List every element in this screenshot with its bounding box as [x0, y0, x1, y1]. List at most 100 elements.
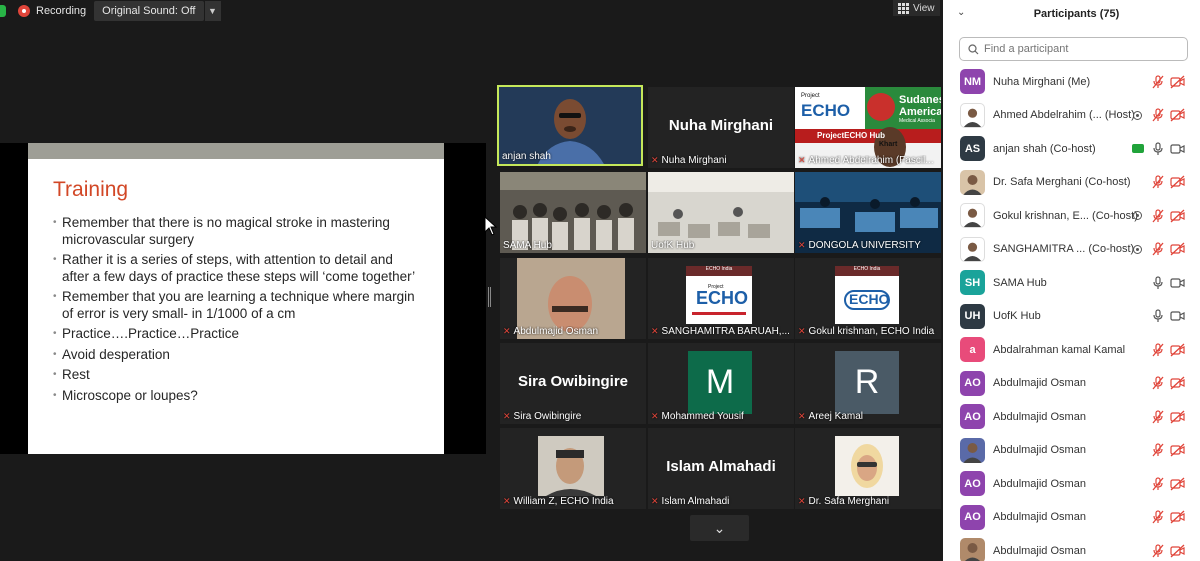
slide-bullet: Remember that there is no magical stroke… — [53, 215, 423, 248]
camera-off-icon[interactable] — [1170, 443, 1185, 457]
video-tile-nuha-mirghani[interactable]: Nuha Mirghani ✕ Nuha Mirghani — [648, 87, 794, 168]
participant-name: SANGHAMITRA ... (Co-host) — [993, 243, 1135, 255]
participant-name: Abdulmajid Osman — [993, 410, 1086, 423]
avatar: SH — [960, 270, 985, 295]
video-tile-sanghamitra-baruah[interactable]: ECHO India Project ECHO ✕ SANGHAMITRA BAR… — [648, 258, 794, 339]
video-tile-gokul-krishnan[interactable]: ECHO India ECHO ✕ Gokul krishnan, ECHO In… — [795, 258, 941, 339]
camera-off-icon[interactable] — [1170, 410, 1185, 424]
video-tile-william-z[interactable]: ✕ William Z, ECHO India — [500, 428, 646, 509]
camera-icon[interactable] — [1170, 142, 1185, 156]
video-tile-abdulmajid-osman[interactable]: ✕ Abdulmajid Osman — [500, 258, 646, 339]
video-tile-islam-almahadi[interactable]: Islam Almahadi ✕ Islam Almahadi — [648, 428, 794, 509]
slide-title: Training — [53, 178, 129, 201]
participant-row[interactable]: AS anjan shah (Co-host) — [943, 132, 1200, 165]
avatar: a — [960, 337, 985, 362]
tile-name-label: UofK Hub — [651, 240, 695, 251]
participant-row[interactable]: Ahmed Abdelrahim (... (Host) — [943, 99, 1200, 132]
mic-muted-icon: ✕ — [798, 240, 806, 250]
tile-display-name: Sira Owibingire — [517, 373, 629, 390]
participant-row[interactable]: AO Abdulmajid Osman — [943, 501, 1200, 534]
mic-muted-icon[interactable] — [1151, 376, 1165, 390]
mic-muted-icon[interactable] — [1151, 543, 1165, 558]
avatar: AO — [960, 370, 985, 396]
mic-muted-icon[interactable] — [1151, 74, 1165, 89]
camera-off-icon[interactable] — [1170, 376, 1185, 390]
participant-row[interactable]: AO Abdulmajid Osman — [943, 367, 1200, 400]
echo-underline — [692, 312, 746, 315]
echo-logo-text: ECHO — [696, 288, 749, 308]
video-tile-sira-owibingire[interactable]: Sira Owibingire ✕ Sira Owibingire — [500, 343, 646, 424]
mic-muted-icon[interactable] — [1151, 108, 1165, 122]
participant-row[interactable]: UH UofK Hub — [943, 300, 1200, 333]
camera-off-icon[interactable] — [1170, 175, 1185, 189]
mic-muted-icon: ✕ — [651, 326, 659, 336]
mic-muted-icon[interactable] — [1151, 242, 1165, 256]
sudanese-text: Sudanes — [899, 94, 941, 106]
tile-name-label: ✕ Areej Kamal — [798, 411, 864, 422]
participant-row[interactable]: AO Abdulmajid Osman — [943, 467, 1200, 500]
view-button[interactable]: View — [893, 0, 940, 16]
camera-off-icon[interactable] — [1170, 343, 1185, 357]
mic-muted-icon[interactable] — [1151, 175, 1165, 189]
original-sound-button[interactable]: Original Sound: Off — [94, 1, 204, 21]
tile-name-label: ✕ Gokul krishnan, ECHO India — [798, 326, 935, 337]
camera-off-icon[interactable] — [1170, 108, 1185, 122]
participant-name: Abdulmajid Osman — [993, 477, 1086, 490]
slide-bullet: Rest — [53, 367, 423, 384]
video-tile-areej-kamal[interactable]: R ✕ Areej Kamal — [795, 343, 941, 424]
mic-icon[interactable] — [1151, 309, 1165, 323]
participant-row[interactable]: Dr. Safa Merghani (Co-host) — [943, 166, 1200, 199]
participant-row[interactable]: AO Abdulmajid Osman — [943, 400, 1200, 433]
echo-logo-text: ECHO — [849, 291, 890, 307]
gallery-next-page-button[interactable]: ⌄ — [690, 515, 749, 541]
record-icon — [18, 5, 30, 17]
recording-indicator[interactable]: Recording — [18, 5, 86, 17]
mic-muted-icon[interactable] — [1151, 443, 1165, 457]
mic-muted-icon[interactable] — [1151, 510, 1165, 524]
video-tile-anjan-shah[interactable]: anjan shah — [497, 85, 643, 166]
participant-row[interactable]: NM Nuha Mirghani (Me) — [943, 65, 1200, 98]
participant-row[interactable]: Abdulmajid Osman — [943, 434, 1200, 467]
mic-icon[interactable] — [1151, 275, 1165, 290]
camera-off-icon[interactable] — [1170, 242, 1185, 256]
participant-name: Abdulmajid Osman — [993, 377, 1086, 389]
avatar: AO — [960, 471, 985, 496]
search-input[interactable] — [984, 43, 1174, 55]
mic-muted-icon[interactable] — [1151, 342, 1165, 357]
security-indicator-icon[interactable] — [0, 5, 6, 17]
mic-muted-icon: ✕ — [651, 496, 659, 506]
mic-icon[interactable] — [1151, 141, 1165, 156]
chevron-down-icon[interactable]: ▼ — [204, 1, 221, 21]
camera-off-icon[interactable] — [1170, 477, 1185, 491]
participant-row[interactable]: Abdulmajid Osman — [943, 534, 1200, 561]
camera-off-icon[interactable] — [1170, 209, 1185, 223]
mic-muted-icon: ✕ — [798, 496, 806, 506]
participant-row[interactable]: SANGHAMITRA ... (Co-host) — [943, 233, 1200, 266]
video-tile-ahmed-abdelrahim[interactable]: Project ECHO Sudanes America Medical Ass… — [795, 87, 941, 168]
mic-muted-icon[interactable] — [1151, 208, 1165, 223]
camera-off-icon[interactable] — [1170, 544, 1185, 558]
video-tile-mohammed-yousif[interactable]: M ✕ Mohammed Yousif — [648, 343, 794, 424]
participant-name: Abdulmajid Osman — [993, 444, 1086, 456]
video-tile-dongola-university[interactable]: ✕ DONGOLA UNIVERSITY — [795, 172, 941, 253]
chevron-down-icon[interactable]: ⌄ — [957, 7, 965, 18]
split-resize-handle[interactable] — [488, 287, 491, 307]
camera-icon[interactable] — [1170, 309, 1185, 323]
participant-row[interactable]: a Abdalrahman kamal Kamal — [943, 333, 1200, 366]
participant-search[interactable] — [959, 37, 1188, 61]
camera-off-icon[interactable] — [1170, 510, 1185, 524]
mic-muted-icon[interactable] — [1151, 409, 1165, 424]
participant-row[interactable]: Gokul krishnan, E... (Co-host) — [943, 199, 1200, 232]
avatar-letter: M — [688, 351, 752, 414]
camera-icon[interactable] — [1170, 276, 1185, 290]
mouse-cursor-icon — [484, 216, 498, 236]
video-tile-sama-hub[interactable]: SAMA Hub — [500, 172, 646, 253]
camera-off-icon[interactable] — [1170, 75, 1185, 89]
video-tile-uofk-hub[interactable]: UofK Hub — [648, 172, 794, 253]
mic-muted-icon[interactable] — [1151, 476, 1165, 491]
participant-row[interactable]: SH SAMA Hub — [943, 266, 1200, 299]
video-tile-safa-merghani[interactable]: ✕ Dr. Safa Merghani — [795, 428, 941, 509]
participant-name: Abdulmajid Osman — [993, 511, 1086, 523]
slide-bullet: Microscope or loupes? — [53, 388, 423, 405]
search-icon — [968, 43, 979, 54]
